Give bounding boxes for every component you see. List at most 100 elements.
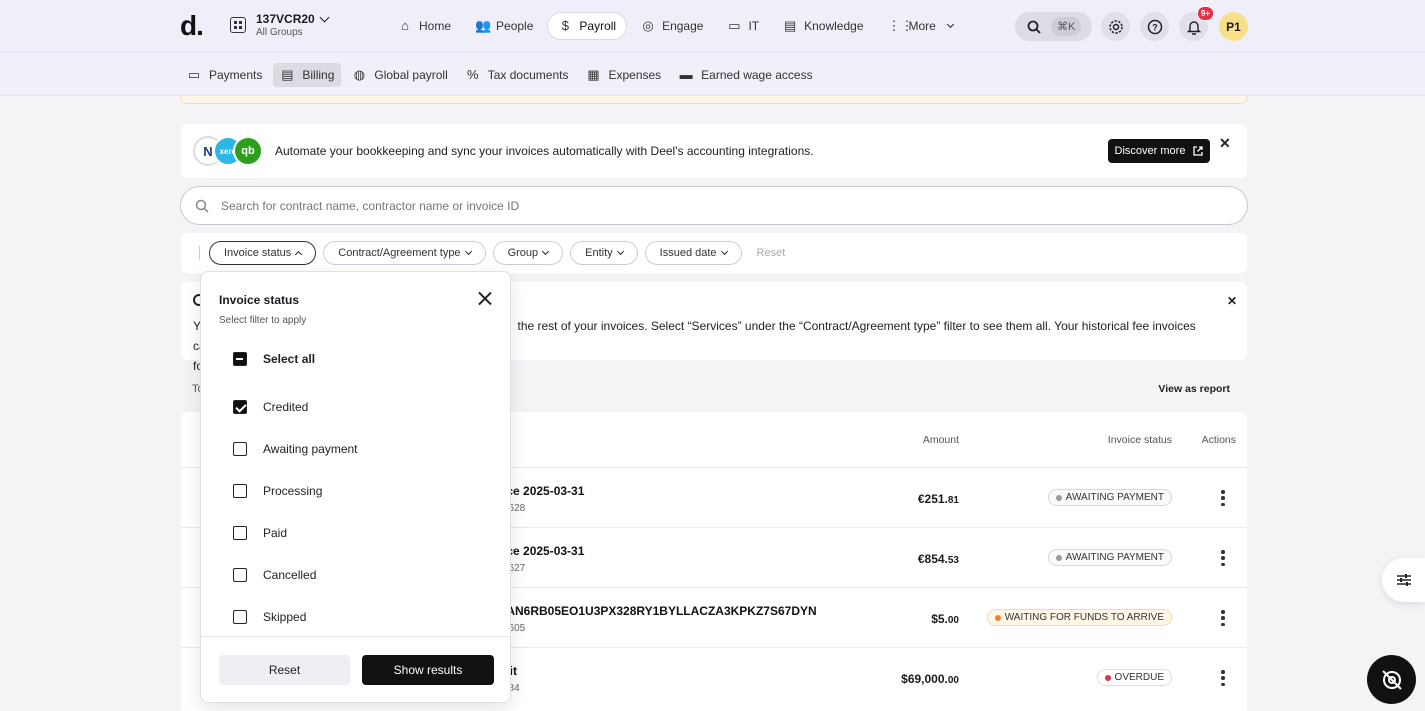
reset-filter-button[interactable]: Reset xyxy=(219,655,350,685)
row-actions-button[interactable] xyxy=(1221,550,1225,566)
subnav-item-billing[interactable]: ▤ Billing xyxy=(273,62,342,87)
subnav-item-expenses[interactable]: ▦ Expenses xyxy=(579,63,668,87)
nav-item-payroll[interactable]: $ Payroll xyxy=(547,12,628,40)
subnav-item-tax-documents[interactable]: % Tax documents xyxy=(459,63,576,87)
subnav-item-label: Earned wage access xyxy=(701,67,813,82)
discover-more-button[interactable]: Discover more xyxy=(1108,139,1210,163)
card-icon: ▭ xyxy=(187,66,201,82)
row-actions-button[interactable] xyxy=(1221,490,1225,506)
status-label: WAITING FOR FUNDS TO ARRIVE xyxy=(1004,612,1164,623)
help-button[interactable]: ? xyxy=(1140,12,1169,41)
view-as-report-link[interactable]: View as report xyxy=(1158,383,1230,395)
bell-icon xyxy=(1186,20,1201,35)
row-actions-button[interactable] xyxy=(1221,610,1225,626)
status-label: AWAITING PAYMENT xyxy=(1065,552,1164,563)
status-option-label: Processing xyxy=(263,484,323,498)
checkbox[interactable] xyxy=(233,610,247,624)
checkbox-checked[interactable] xyxy=(233,400,247,414)
search-icon xyxy=(195,199,209,213)
close-dropdown-button[interactable] xyxy=(477,291,493,307)
avatar[interactable]: P1 xyxy=(1219,12,1248,41)
reset-filters-link[interactable]: Reset xyxy=(757,247,786,259)
checkbox-indeterminate[interactable] xyxy=(233,352,247,366)
status-option-paid[interactable]: Paid xyxy=(233,526,287,540)
promo-text: Automate your bookkeeping and sync your … xyxy=(275,144,814,158)
nav-item-label: Home xyxy=(419,19,452,33)
filter-chip-group[interactable]: Group xyxy=(492,241,564,265)
customize-columns-button[interactable] xyxy=(1382,558,1425,602)
status-option-cancelled[interactable]: Cancelled xyxy=(233,568,316,582)
org-switcher[interactable]: 137VCR20 All Groups xyxy=(230,12,330,38)
kebab-dot-icon xyxy=(1221,670,1225,674)
chevron-down-icon xyxy=(542,247,550,255)
search-input[interactable] xyxy=(221,198,1247,213)
deel-logo[interactable]: d. xyxy=(180,10,204,42)
status-badge: AWAITING PAYMENT xyxy=(1047,549,1172,566)
home-icon: ⌂ xyxy=(401,18,409,33)
status-option-label: Credited xyxy=(263,400,309,414)
subnav-item-label: Payments xyxy=(209,67,263,82)
notifications-button[interactable]: 9+ xyxy=(1179,6,1214,41)
status-option-processing[interactable]: Processing xyxy=(233,484,322,498)
amount-main: $69,000. xyxy=(901,672,948,686)
chevron-down-icon xyxy=(616,247,624,255)
filter-chip-label: Issued date xyxy=(659,247,717,259)
nav-item-knowledge[interactable]: ▤ Knowledge xyxy=(773,12,873,40)
status-option-awaiting-payment[interactable]: Awaiting payment xyxy=(233,442,358,456)
chevron-up-icon xyxy=(295,250,303,258)
subnav-item-earned-wage-access[interactable]: ▬ Earned wage access xyxy=(672,63,819,87)
chevron-down-icon xyxy=(464,247,472,255)
status-dot-icon xyxy=(1055,494,1062,501)
filter-chip-issued-date[interactable]: Issued date xyxy=(644,241,742,265)
nav-item-engage[interactable]: ◎ Engage xyxy=(631,12,713,40)
select-all-checkbox[interactable]: Select all xyxy=(233,352,315,366)
filter-chip-label: Invoice status xyxy=(224,247,292,259)
checkbox[interactable] xyxy=(233,526,247,540)
show-results-button[interactable]: Show results xyxy=(362,655,494,685)
kebab-dot-icon xyxy=(1221,550,1225,554)
nav-item-people[interactable]: 👥 People xyxy=(465,12,543,40)
payroll-sub-nav: ▭ Payments ▤ Billing ◍ Global payroll% Tax doc… xyxy=(0,54,1425,96)
subnav-item-payments[interactable]: ▭ Payments xyxy=(180,63,269,87)
global-search-button[interactable]: ⌘K xyxy=(1015,12,1092,41)
settings-button[interactable] xyxy=(1101,12,1130,41)
invoice-amount: €251.81 xyxy=(918,492,959,506)
column-header-amount[interactable]: Amount xyxy=(923,434,959,446)
checkbox[interactable] xyxy=(233,568,247,582)
checkbox[interactable] xyxy=(233,442,247,456)
kebab-dot-icon xyxy=(1221,490,1225,494)
status-option-label: Skipped xyxy=(263,610,307,624)
column-header-invoice-status[interactable]: Invoice status xyxy=(1108,434,1172,446)
assistant-fab-button[interactable] xyxy=(1367,655,1416,704)
chevron-down-icon xyxy=(720,247,728,255)
accounting-integrations-banner: N xero qb Automate your bookkeeping and … xyxy=(181,124,1247,178)
subnav-item-global-payroll[interactable]: ◍ Global payroll xyxy=(345,63,454,87)
close-promo-button[interactable]: ✕ xyxy=(1219,135,1231,152)
filter-chip-invoice-status[interactable]: Invoice status xyxy=(209,241,317,265)
status-option-skipped[interactable]: Skipped xyxy=(233,610,306,624)
dropdown-divider xyxy=(201,636,510,637)
search-shortcut: ⌘K xyxy=(1051,17,1082,36)
invoice-amount: $69,000.00 xyxy=(901,672,959,686)
percent-icon: % xyxy=(466,66,479,82)
nav-item-label: People xyxy=(496,19,534,33)
nav-item-label: Knowledge xyxy=(804,19,864,33)
close-info-button[interactable]: ✕ xyxy=(1227,294,1237,308)
checkbox[interactable] xyxy=(233,484,247,498)
invoice-search xyxy=(180,186,1248,225)
nav-item-more[interactable]: ⋮⋮ More xyxy=(878,12,963,40)
svg-text:?: ? xyxy=(1152,22,1158,32)
select-all-label: Select all xyxy=(263,352,316,366)
nav-item-it[interactable]: ▭ IT xyxy=(717,12,769,40)
filter-chip-contract-agreement-type[interactable]: Contract/Agreement type xyxy=(323,241,486,265)
nav-item-label: Engage xyxy=(662,19,704,33)
filter-chip-label: Group xyxy=(507,247,539,259)
filter-chip-entity[interactable]: Entity xyxy=(570,241,638,265)
kebab-dot-icon xyxy=(1221,682,1225,686)
receipt-icon: ▦ xyxy=(587,66,600,82)
status-option-credited[interactable]: Credited xyxy=(233,400,308,414)
nav-item-home[interactable]: ⌂ Home xyxy=(388,12,461,40)
status-label: OVERDUE xyxy=(1114,672,1164,683)
sliders-icon xyxy=(1396,574,1411,586)
row-actions-button[interactable] xyxy=(1221,670,1225,686)
